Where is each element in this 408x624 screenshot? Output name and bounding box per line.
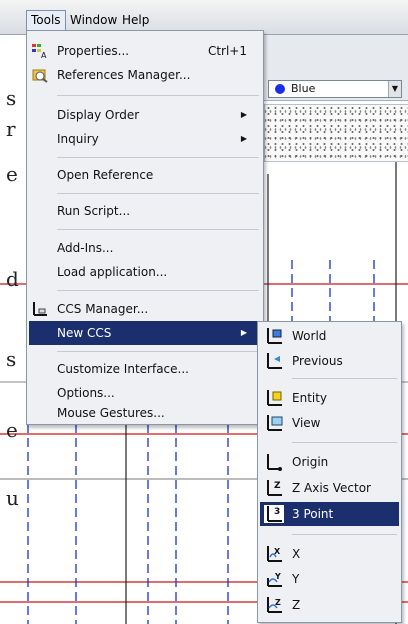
- menu-item-previous[interactable]: Previous: [260, 349, 399, 373]
- drawing-text-fragment: u: [6, 486, 19, 510]
- menu-item-z-axis-vector[interactable]: Z Z Axis Vector: [260, 476, 399, 500]
- menu-item-label: Display Order: [57, 108, 140, 122]
- menu-item-open-reference[interactable]: Open Reference: [29, 163, 261, 187]
- ccs-manager-icon: [31, 301, 49, 317]
- menu-item-label: Load application...: [57, 265, 168, 279]
- chevron-down-icon[interactable]: ▼: [388, 81, 401, 97]
- menu-item-label: Previous: [292, 354, 343, 368]
- menu-item-label: World: [292, 329, 327, 343]
- menu-item-mouse-gestures[interactable]: Mouse Gestures...: [29, 401, 261, 425]
- world-ccs-icon: [264, 327, 284, 345]
- drawing-text-fragment: d: [6, 267, 19, 291]
- menu-item-label: Customize Interface...: [57, 362, 189, 376]
- z-rotate-icon: Z: [264, 596, 284, 614]
- menu-item-label: Properties...: [57, 44, 130, 58]
- menu-item-x[interactable]: X X: [260, 542, 399, 566]
- x-rotate-icon: X: [264, 545, 284, 563]
- menu-item-run-script[interactable]: Run Script...: [29, 199, 261, 223]
- menu-item-label: Add-Ins...: [57, 241, 114, 255]
- new-ccs-submenu: World Previous Entity View Origin Z Z Ax…: [257, 321, 402, 623]
- menu-item-label: View: [292, 416, 321, 430]
- menu-item-new-ccs[interactable]: New CCS ▶: [29, 321, 261, 345]
- hatch-pattern-preview[interactable]: [264, 104, 408, 162]
- previous-ccs-icon: [264, 352, 284, 370]
- menu-item-label: Origin: [292, 455, 329, 469]
- y-rotate-icon: Y: [264, 570, 284, 588]
- three-point-ccs-icon: 3: [264, 505, 284, 523]
- drawing-text-fragment: s: [6, 347, 17, 371]
- properties-icon: A: [31, 43, 49, 60]
- menu-item-label: Mouse Gestures...: [57, 406, 165, 420]
- svg-text:A: A: [41, 51, 47, 59]
- menu-item-y[interactable]: Y Y: [260, 567, 399, 591]
- menu-item-label: Open Reference: [57, 168, 154, 182]
- menu-item-add-ins[interactable]: Add-Ins...: [29, 236, 261, 260]
- svg-text:3: 3: [274, 507, 280, 517]
- menu-item-view[interactable]: View: [260, 411, 399, 435]
- menu-window[interactable]: Window: [66, 10, 121, 30]
- menu-item-3-point[interactable]: 3 3 Point: [260, 502, 399, 526]
- menu-separator: [57, 351, 259, 352]
- menu-separator: [292, 534, 397, 535]
- menu-item-label: Z: [292, 598, 301, 612]
- menu-separator: [57, 193, 259, 194]
- drawing-text-fragment: r: [6, 117, 16, 141]
- menu-separator: [292, 378, 397, 379]
- menu-separator: [57, 95, 259, 96]
- menu-separator: [57, 290, 259, 291]
- menu-item-label: Entity: [292, 391, 328, 405]
- shortcut-label: Ctrl+1: [207, 44, 247, 58]
- menu-separator: [57, 229, 259, 230]
- menu-item-origin[interactable]: Origin: [260, 450, 399, 474]
- menu-tools[interactable]: Tools: [26, 10, 66, 31]
- menu-item-label: Y: [292, 572, 300, 586]
- tools-menu: A Properties... Ctrl+1 References Manage…: [26, 30, 264, 425]
- menu-item-properties[interactable]: A Properties... Ctrl+1: [29, 39, 261, 63]
- menu-item-entity[interactable]: Entity: [260, 386, 399, 410]
- menu-item-label: Z Axis Vector: [292, 481, 371, 495]
- menu-item-display-order[interactable]: Display Order ▶: [29, 103, 261, 127]
- menu-separator: [57, 157, 259, 158]
- origin-ccs-icon: [264, 453, 284, 471]
- menu-item-label: New CCS: [57, 326, 112, 340]
- menu-item-load-application[interactable]: Load application...: [29, 260, 261, 284]
- drawing-text-fragment: s: [6, 86, 17, 110]
- menu-item-inquiry[interactable]: Inquiry ▶: [29, 127, 261, 151]
- references-manager-icon: [31, 67, 49, 83]
- color-swatch: [275, 84, 285, 94]
- menu-item-label: X: [292, 547, 301, 561]
- menu-item-z[interactable]: Z Z: [260, 593, 399, 617]
- entity-ccs-icon: [264, 389, 284, 407]
- drawing-text-fragment: e: [6, 162, 18, 186]
- color-value: Blue: [291, 82, 316, 95]
- menu-item-ccs-manager[interactable]: CCS Manager...: [29, 297, 261, 321]
- submenu-arrow-icon: ▶: [240, 328, 247, 337]
- view-ccs-icon: [264, 414, 284, 432]
- menu-item-label: Run Script...: [57, 204, 131, 218]
- svg-text:Z: Z: [274, 481, 281, 491]
- menu-item-label: References Manager...: [57, 68, 191, 82]
- menu-item-customize-interface[interactable]: Customize Interface...: [29, 357, 261, 381]
- menu-help[interactable]: Help: [118, 10, 153, 30]
- z-axis-vector-icon: Z: [264, 479, 284, 497]
- menu-item-label: 3 Point: [292, 507, 334, 521]
- submenu-arrow-icon: ▶: [240, 134, 247, 143]
- menu-separator: [292, 442, 397, 443]
- submenu-arrow-icon: ▶: [240, 110, 247, 119]
- menu-item-label: Inquiry: [57, 132, 99, 146]
- menu-item-world[interactable]: World: [260, 324, 399, 348]
- menu-item-references-manager[interactable]: References Manager...: [29, 63, 261, 87]
- menu-item-label: CCS Manager...: [57, 302, 149, 316]
- color-dropdown[interactable]: Blue ▼: [268, 80, 402, 98]
- drawing-text-fragment: e: [6, 418, 18, 442]
